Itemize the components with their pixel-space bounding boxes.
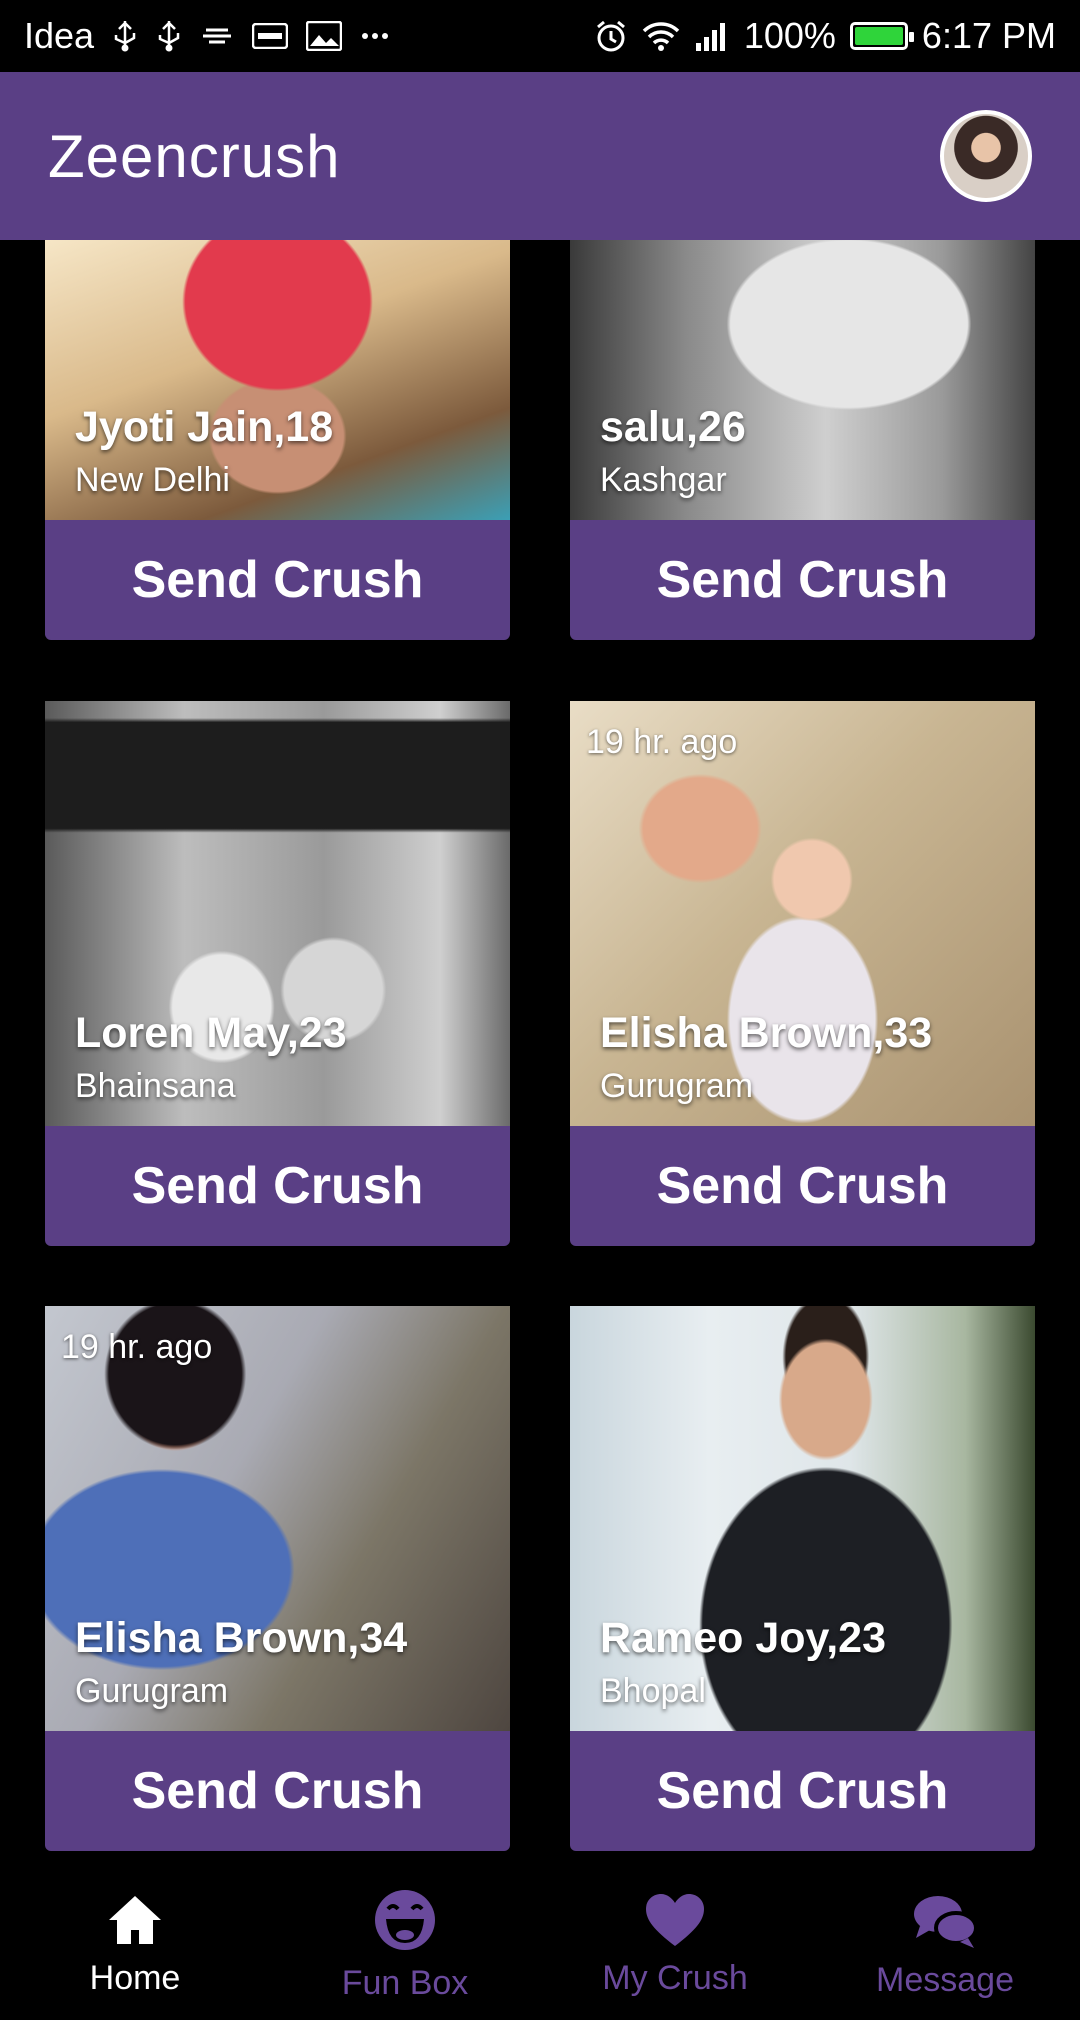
- nav-fun-box-label: Fun Box: [341, 1964, 469, 2002]
- profile-card[interactable]: Loren May,23 Bhainsana Send Crush: [45, 701, 510, 1246]
- post-time: 19 hr. ago: [61, 1328, 213, 1366]
- app-bar: Zeencrush: [0, 72, 1080, 240]
- battery-percent: 100%: [743, 15, 836, 56]
- usb-icon: [156, 19, 182, 53]
- profile-card[interactable]: 19 hr. ago Elisha Brown,34 Gurugram Send…: [45, 1306, 510, 1851]
- profile-city: Bhopal: [600, 1672, 706, 1710]
- nav-home[interactable]: Home: [0, 1870, 270, 2020]
- profile-city: Gurugram: [75, 1672, 229, 1710]
- profile-photo[interactable]: Loren May,23 Bhainsana: [45, 701, 510, 1126]
- profile-image: [45, 701, 510, 1126]
- wifi-icon: [642, 21, 680, 51]
- profile-avatar[interactable]: [940, 110, 1032, 202]
- battery-icon: [849, 22, 914, 50]
- nav-message[interactable]: Message: [810, 1870, 1080, 2020]
- profile-name: Loren May,23: [75, 1009, 347, 1057]
- profile-image: [570, 701, 1035, 1126]
- notification-icon: [200, 22, 234, 50]
- profile-card[interactable]: Jyoti Jain,18 New Delhi Send Crush: [45, 240, 510, 640]
- post-time: 19 hr. ago: [586, 723, 738, 761]
- paytm-icon: [252, 23, 289, 49]
- send-crush-button[interactable]: Send Crush: [570, 520, 1035, 640]
- profile-city: Gurugram: [600, 1067, 754, 1105]
- heart-icon: [644, 1892, 706, 1953]
- profile-name: salu,26: [600, 403, 746, 451]
- alarm-icon: [594, 19, 628, 53]
- status-bar: Idea 100% 6:17 PM: [0, 0, 1080, 72]
- profile-city: Kashgar: [600, 461, 727, 499]
- clock: 6:17 PM: [921, 15, 1056, 56]
- bottom-navigation: Home Fun Box My Crush Message: [0, 1870, 1080, 2020]
- send-crush-button[interactable]: Send Crush: [45, 1126, 510, 1246]
- laugh-icon: [372, 1887, 438, 1958]
- profile-photo[interactable]: 19 hr. ago Elisha Brown,33 Gurugram: [570, 701, 1035, 1126]
- profile-name: Elisha Brown,34: [75, 1614, 408, 1662]
- profile-card[interactable]: 19 hr. ago Elisha Brown,33 Gurugram Send…: [570, 701, 1035, 1246]
- profile-photo[interactable]: Rameo Joy,23 Bhopal: [570, 1306, 1035, 1731]
- signal-icon: [694, 21, 730, 51]
- home-icon: [105, 1892, 165, 1953]
- app-title: Zeencrush: [48, 122, 341, 190]
- nav-home-label: Home: [89, 1959, 181, 1997]
- profile-city: Bhainsana: [75, 1067, 236, 1105]
- gallery-icon: [306, 21, 343, 51]
- profile-photo[interactable]: 19 hr. ago Elisha Brown,34 Gurugram: [45, 1306, 510, 1731]
- profile-photo[interactable]: salu,26 Kashgar: [570, 240, 1035, 520]
- nav-fun-box[interactable]: Fun Box: [270, 1870, 540, 2020]
- send-crush-button[interactable]: Send Crush: [45, 520, 510, 640]
- nav-message-label: Message: [876, 1961, 1014, 1999]
- send-crush-button[interactable]: Send Crush: [45, 1731, 510, 1851]
- more-icon: [360, 31, 390, 41]
- nav-my-crush-label: My Crush: [602, 1959, 748, 1997]
- profile-image: [45, 1306, 510, 1731]
- battery-level: [854, 27, 903, 45]
- profile-image: [570, 1306, 1035, 1731]
- profile-name: Elisha Brown,33: [600, 1009, 933, 1057]
- profile-card[interactable]: salu,26 Kashgar Send Crush: [570, 240, 1035, 640]
- nav-my-crush[interactable]: My Crush: [540, 1870, 810, 2020]
- send-crush-button[interactable]: Send Crush: [570, 1126, 1035, 1246]
- usb-icon: [112, 19, 138, 53]
- profile-name: Jyoti Jain,18: [75, 403, 334, 451]
- profile-name: Rameo Joy,23: [600, 1614, 887, 1662]
- send-crush-button[interactable]: Send Crush: [570, 1731, 1035, 1851]
- profile-card[interactable]: Rameo Joy,23 Bhopal Send Crush: [570, 1306, 1035, 1851]
- profile-grid[interactable]: Jyoti Jain,18 New Delhi Send Crush salu,…: [0, 240, 1080, 1870]
- profile-city: New Delhi: [75, 461, 230, 499]
- profile-photo[interactable]: Jyoti Jain,18 New Delhi: [45, 240, 510, 520]
- carrier-label: Idea: [24, 15, 95, 56]
- chat-icon: [910, 1890, 980, 1955]
